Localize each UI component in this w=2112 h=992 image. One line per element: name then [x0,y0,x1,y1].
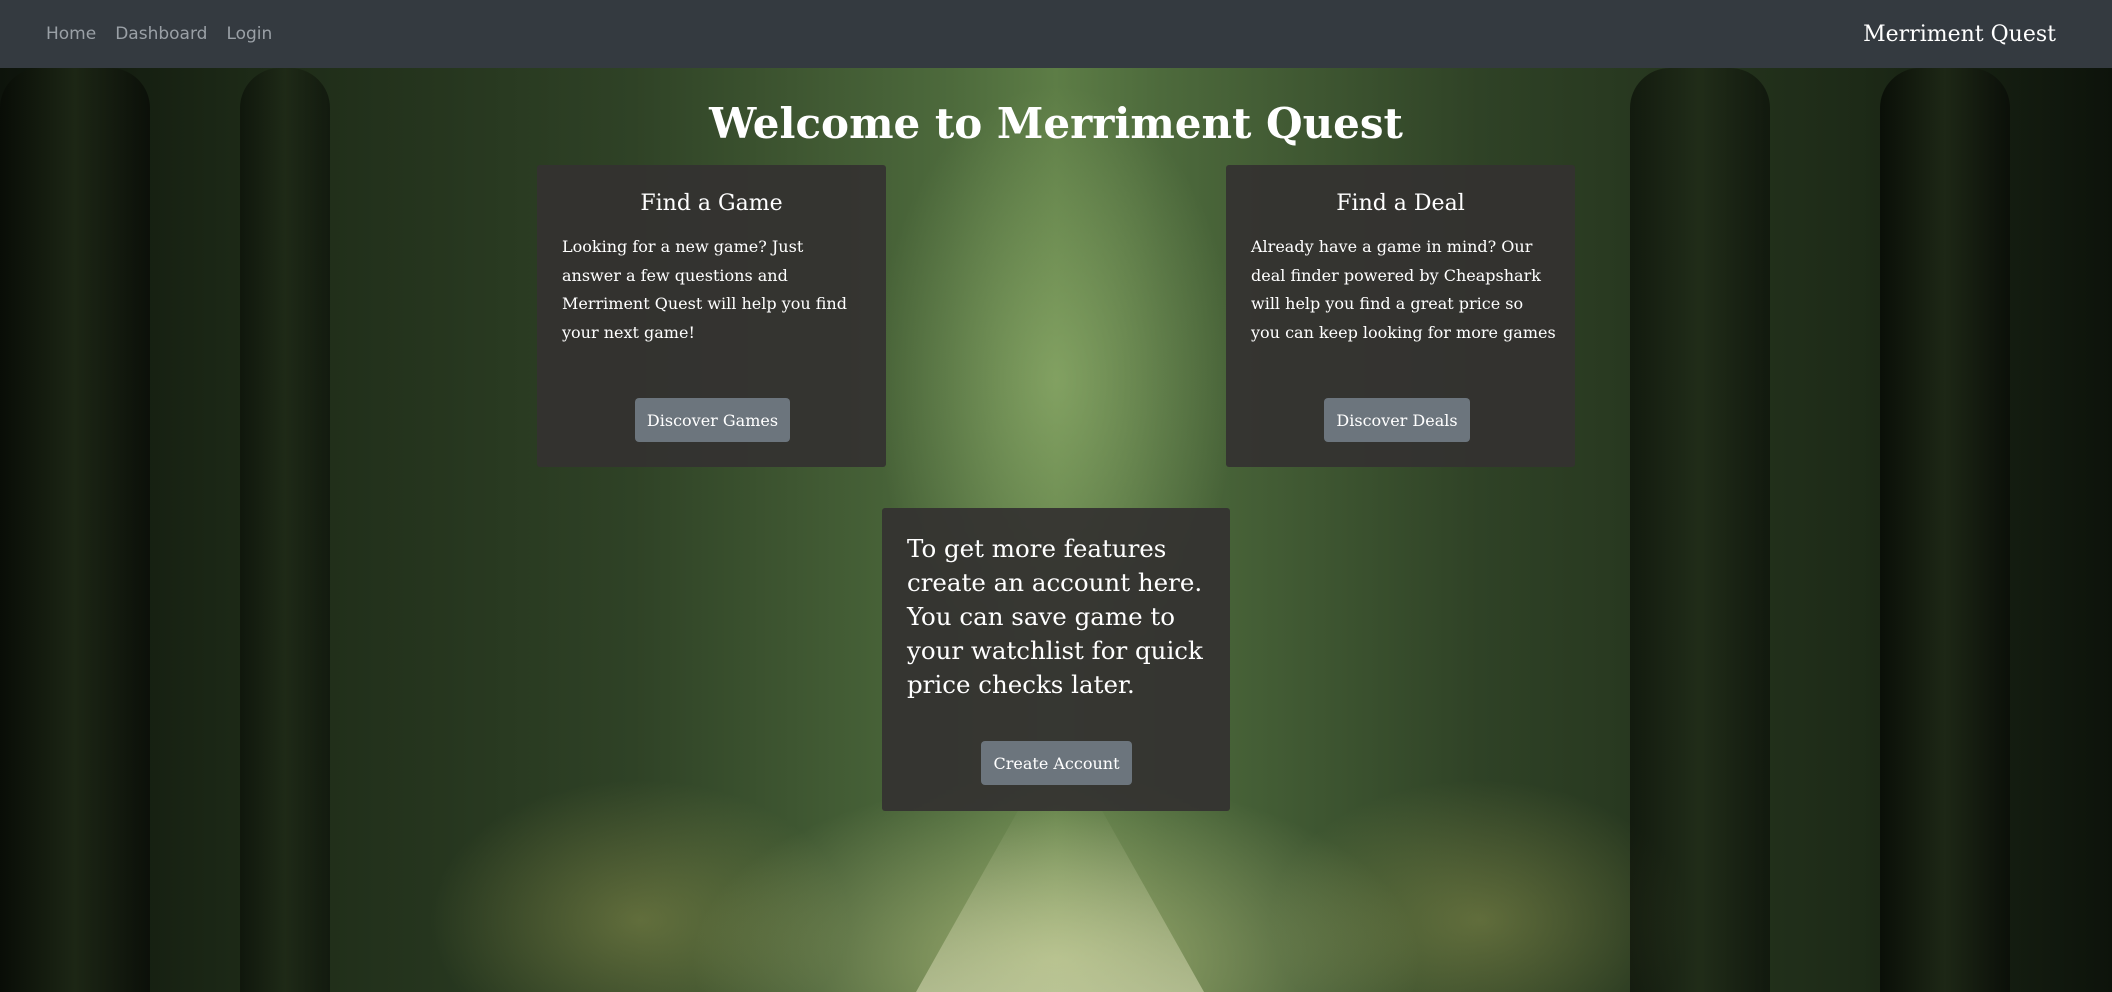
brand-link[interactable]: Merriment Quest [1863,0,2056,68]
top-navbar: Home Dashboard Login Merriment Quest [0,0,2112,68]
account-promo-text: To get more features create an account h… [907,534,1203,699]
discover-games-button[interactable]: Discover Games [635,398,790,442]
find-game-card: Find a Game Looking for a new game? Just… [537,165,886,467]
forest-path [916,800,1204,992]
card-title: Find a Game [640,191,783,216]
page-title: Welcome to Merriment Quest [709,99,1403,148]
nav-links: Home Dashboard Login [46,0,272,68]
card-text: Already have a game in mind? Our deal fi… [1251,237,1556,342]
nav-link-home[interactable]: Home [46,24,96,44]
card-title: Find a Deal [1336,191,1465,216]
tree-trunk [0,68,150,992]
nav-link-dashboard[interactable]: Dashboard [115,24,207,44]
create-account-card: To get more features create an account h… [882,508,1230,811]
card-text: Looking for a new game? Just answer a fe… [562,237,847,342]
create-account-button[interactable]: Create Account [981,741,1132,785]
tree-trunk [240,68,330,992]
tree-trunk [1630,68,1770,992]
find-deal-card: Find a Deal Already have a game in mind?… [1226,165,1575,467]
discover-deals-button[interactable]: Discover Deals [1324,398,1470,442]
nav-link-login[interactable]: Login [226,24,272,44]
tree-trunk [1880,68,2010,992]
